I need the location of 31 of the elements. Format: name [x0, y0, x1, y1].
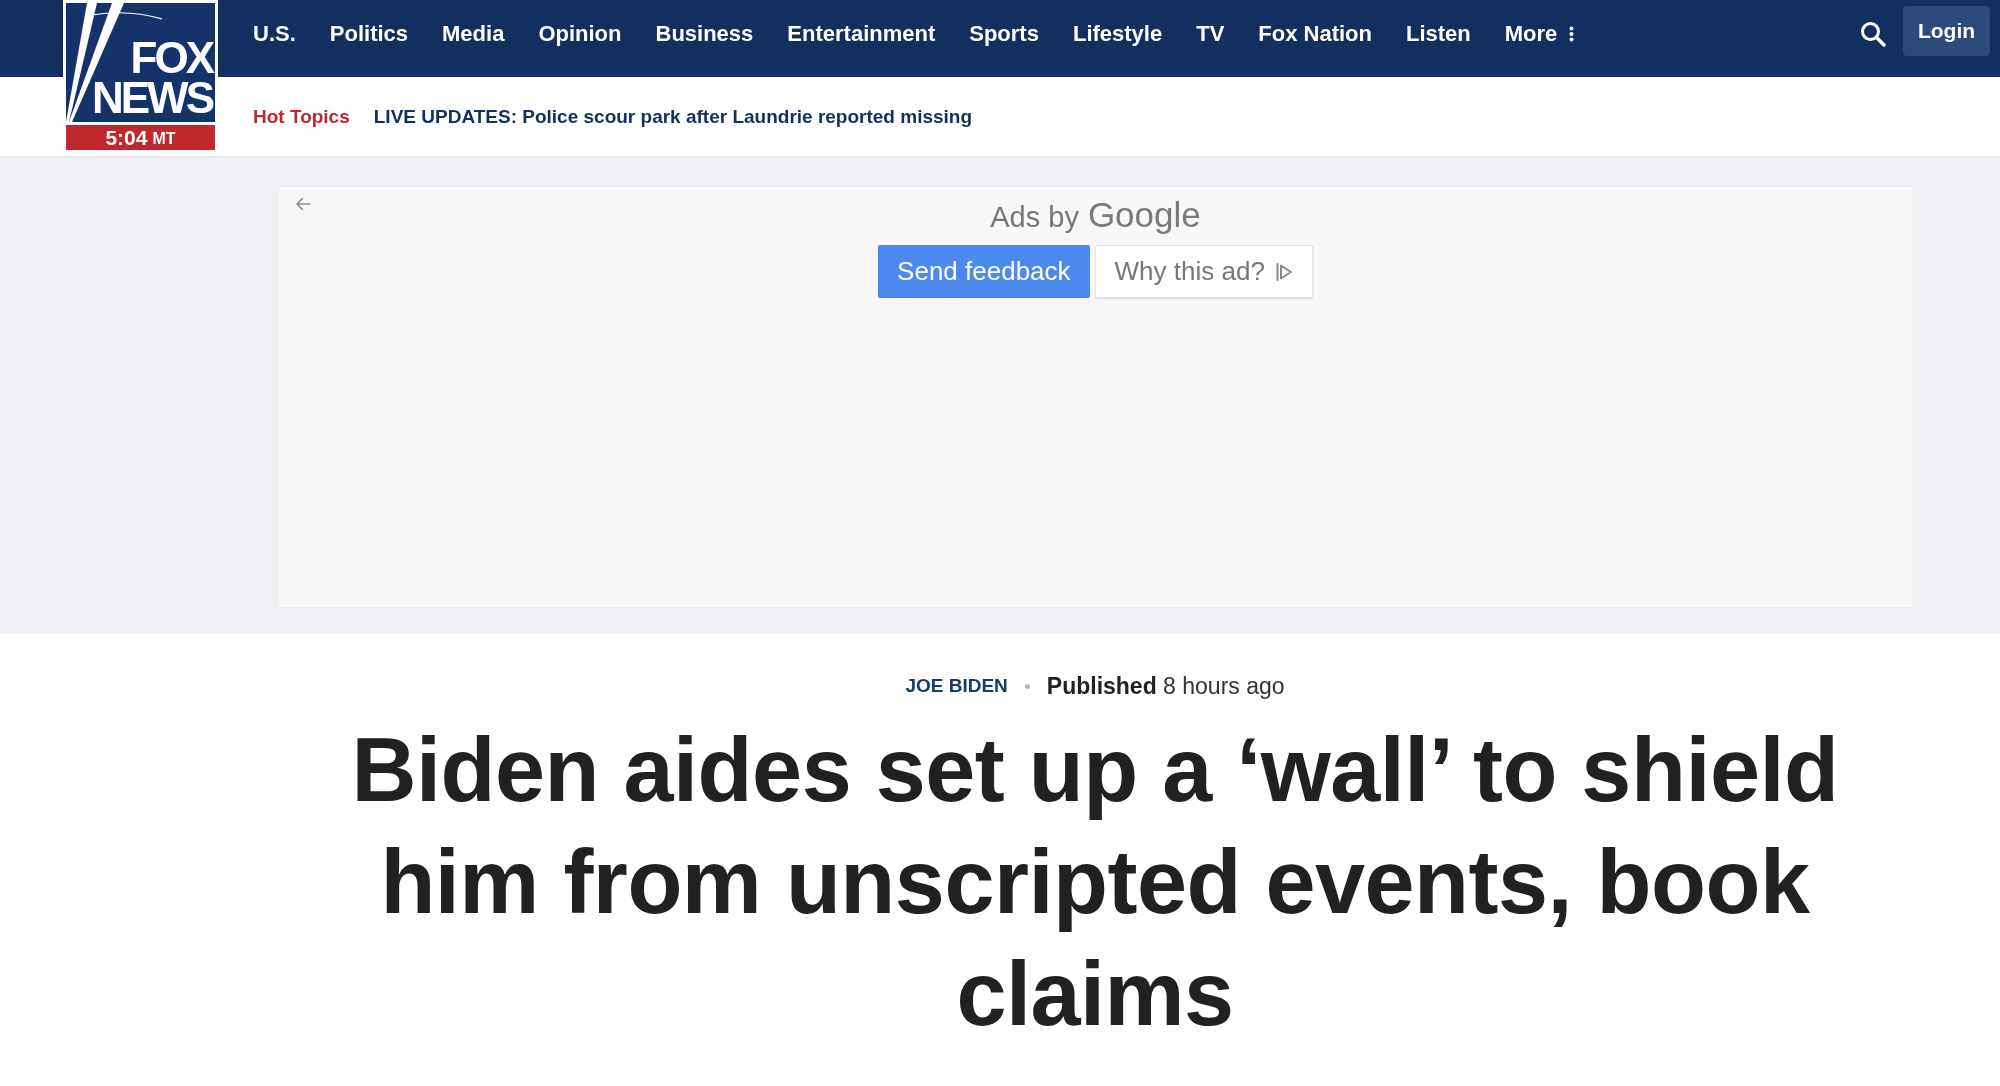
separator-dot-icon — [1024, 683, 1030, 689]
hot-topics-label: Hot Topics — [253, 105, 350, 128]
nav-link[interactable]: Listen — [1406, 20, 1471, 47]
category-link[interactable]: JOE BIDEN — [905, 675, 1008, 697]
logo-text: FOX — [130, 38, 212, 78]
nav-link[interactable]: U.S. — [253, 20, 296, 47]
nav-link[interactable]: TV — [1196, 20, 1225, 47]
nav-link[interactable]: Fox Nation — [1258, 20, 1372, 47]
nav-link[interactable]: Politics — [329, 20, 409, 47]
nav-link[interactable]: Lifestyle — [1072, 20, 1163, 47]
nav-link[interactable]: Business — [655, 20, 754, 47]
nav-link[interactable]: Entertainment — [787, 20, 936, 47]
nav-link[interactable]: Sports — [969, 20, 1039, 47]
nav-link[interactable]: Opinion — [538, 20, 622, 47]
kebab-icon — [1569, 25, 1575, 42]
article-headline: Biden aides set up a ‘wall’ to shield him from unscripted events, book claims — [350, 719, 1840, 1046]
more-menu-button[interactable]: More — [1504, 20, 1575, 47]
ad-brand-label: Google — [1087, 195, 1201, 235]
login-button[interactable]: Login — [1903, 5, 1990, 56]
back-arrow-icon[interactable] — [295, 197, 311, 211]
clock-time: 5:04 — [105, 125, 148, 150]
nav-link[interactable]: Media — [442, 20, 505, 47]
hot-topic-link[interactable]: LIVE UPDATES: Police scour park after Laundrie reported missing — [373, 103, 973, 130]
logo-text: NEWS — [92, 78, 212, 118]
time-zone-label: MT — [152, 129, 176, 149]
play-triangle-icon — [1274, 261, 1293, 282]
why-this-ad-button[interactable]: Why this ad? — [1094, 245, 1313, 298]
publish-info: Published 8 hours ago — [1046, 672, 1285, 700]
search-icon[interactable] — [1860, 20, 1886, 47]
logo[interactable]: FOX NEWS 5:04 MT — [63, 0, 218, 153]
ads-label: Ads by — [990, 201, 1079, 234]
